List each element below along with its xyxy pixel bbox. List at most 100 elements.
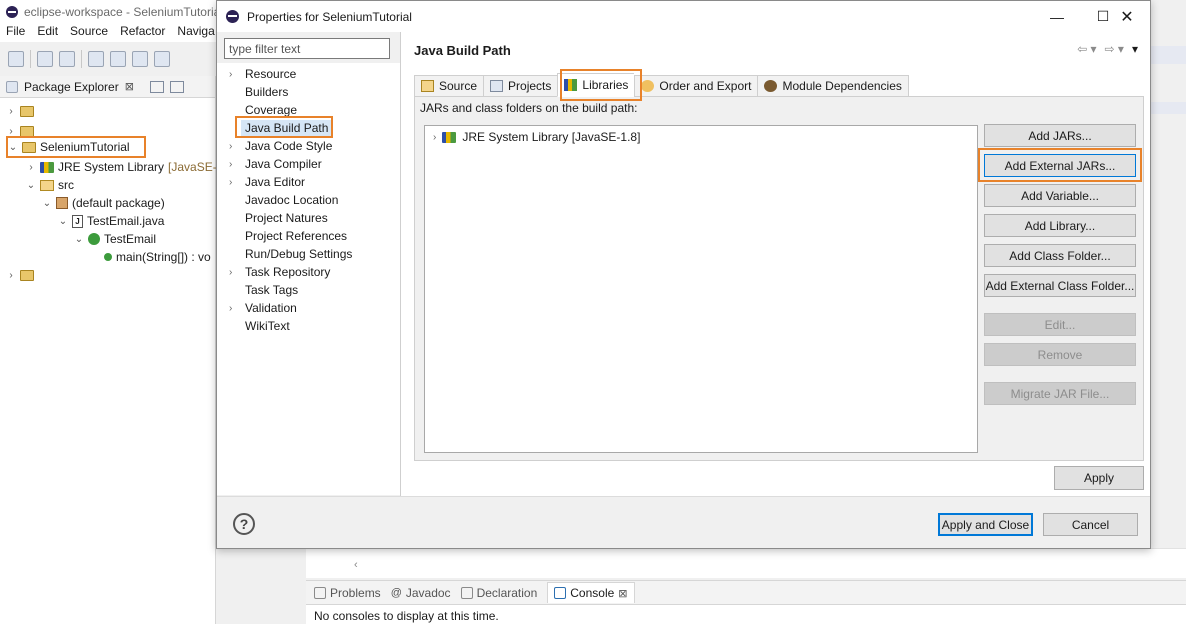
tree-row-testemail-java[interactable]: ⌄ J TestEmail.java [58, 212, 165, 230]
expand-arrow-icon[interactable]: › [6, 270, 16, 281]
nav-item-builders[interactable]: Builders [229, 83, 288, 101]
skip-breakpoints-icon[interactable] [88, 51, 104, 67]
save-icon[interactable] [37, 51, 53, 67]
edit-button[interactable]: Edit... [984, 313, 1136, 336]
add-library-button[interactable]: Add Library... [984, 214, 1136, 237]
editor-bar [1150, 46, 1186, 64]
projects-icon [490, 80, 504, 92]
java-file-icon: J [72, 214, 83, 228]
collapse-arrow-icon[interactable]: ⌄ [74, 234, 84, 245]
nav-item-project-references[interactable]: Project References [229, 227, 347, 245]
tree-row-main-method[interactable]: main(String[]) : vo [104, 248, 211, 266]
debug-icon[interactable] [110, 51, 126, 67]
library-entry-label: JRE System Library [JavaSE-1.8] [462, 130, 641, 144]
tab-label: Projects [508, 79, 552, 93]
add-variable-button[interactable]: Add Variable... [984, 184, 1136, 207]
cancel-button[interactable]: Cancel [1043, 513, 1138, 536]
package-explorer-title[interactable]: Package Explorer [24, 80, 119, 94]
nav-item-task-tags[interactable]: Task Tags [229, 281, 298, 299]
tree-label: main(String[]) : vo [116, 250, 211, 264]
scroll-left-icon[interactable]: ‹ [354, 559, 358, 571]
eclipse-logo-icon [6, 6, 18, 18]
apply-and-close-button[interactable]: Apply and Close [938, 513, 1033, 536]
external-tools-icon[interactable] [154, 51, 170, 67]
close-icon[interactable]: ⊠ [618, 587, 627, 600]
expand-arrow-icon[interactable]: › [229, 159, 245, 170]
expand-arrow-icon[interactable]: › [229, 267, 245, 278]
tab-label: Problems [330, 585, 381, 600]
close-icon[interactable]: ⊠ [125, 80, 134, 93]
expand-arrow-icon[interactable]: › [6, 106, 16, 117]
run-icon[interactable] [132, 51, 148, 67]
save-all-icon[interactable] [59, 51, 75, 67]
tree-row-default-package[interactable]: ⌄ (default package) [42, 194, 165, 212]
tree-row-jre-library[interactable]: › JRE System Library [JavaSE-1.8 [26, 158, 233, 176]
migrate-jar-button[interactable]: Migrate JAR File... [984, 382, 1136, 405]
nav-item-run-debug-settings[interactable]: Run/Debug Settings [229, 245, 352, 263]
minimize-icon[interactable]: — [1034, 1, 1080, 32]
highlight-outline-project [6, 136, 146, 158]
menu-refactor[interactable]: Refactor [120, 24, 165, 42]
add-class-folder-button[interactable]: Add Class Folder... [984, 244, 1136, 267]
nav-item-project-natures[interactable]: Project Natures [229, 209, 328, 227]
add-external-class-folder-button[interactable]: Add External Class Folder... [984, 274, 1136, 297]
tree-row-hidden-project[interactable]: › [6, 266, 34, 284]
expand-arrow-icon[interactable]: › [229, 141, 245, 152]
link-editor-icon[interactable] [169, 80, 184, 93]
tree-row-testemail-class[interactable]: ⌄ TestEmail [74, 230, 156, 248]
expand-arrow-icon[interactable]: › [229, 177, 245, 188]
eclipse-toolbar [0, 44, 230, 74]
nav-item-validation[interactable]: › Validation [229, 299, 297, 317]
tab-declaration[interactable]: Declaration [460, 586, 537, 600]
forward-icon[interactable]: ⇨ ▾ [1105, 42, 1124, 56]
collapse-all-icon[interactable] [149, 80, 164, 93]
tab-problems[interactable]: Problems [314, 586, 381, 600]
nav-item-javadoc-location[interactable]: Javadoc Location [229, 191, 338, 209]
tab-order-and-export[interactable]: Order and Export [634, 75, 758, 97]
tab-projects[interactable]: Projects [483, 75, 558, 97]
menu-navigate[interactable]: Naviga [177, 24, 214, 42]
collapse-arrow-icon[interactable]: ⌄ [58, 216, 68, 227]
menu-dropdown-icon[interactable]: ▾ [1132, 42, 1138, 56]
nav-item-java-compiler[interactable]: › Java Compiler [229, 155, 322, 173]
apply-button[interactable]: Apply [1054, 466, 1144, 490]
dialog-title: Properties for SeleniumTutorial [247, 9, 412, 24]
nav-item-label: Builders [245, 85, 289, 99]
add-jars-button[interactable]: Add JARs... [984, 124, 1136, 147]
project-icon [20, 269, 34, 281]
nav-item-wikitext[interactable]: WikiText [229, 317, 290, 335]
expand-arrow-icon[interactable]: › [229, 303, 245, 314]
menu-source[interactable]: Source [70, 24, 108, 42]
tree-row-src[interactable]: ⌄ src [26, 176, 74, 194]
tab-source[interactable]: Source [414, 75, 484, 97]
nav-item-java-editor[interactable]: › Java Editor [229, 173, 305, 191]
expand-arrow-icon[interactable]: › [229, 69, 245, 80]
nav-item-task-repository[interactable]: › Task Repository [229, 263, 330, 281]
collapse-arrow-icon[interactable]: ⌄ [42, 198, 52, 209]
menu-file[interactable]: File [6, 24, 25, 42]
close-icon[interactable]: ✕ [1104, 1, 1150, 32]
back-icon[interactable]: ⇦ ▾ [1077, 42, 1096, 56]
nav-item-label: Project Natures [245, 211, 328, 225]
remove-button[interactable]: Remove [984, 343, 1136, 366]
library-entry-jre[interactable]: › JRE System Library [JavaSE-1.8] [433, 130, 640, 144]
tree-row-hidden-project[interactable]: › [6, 102, 34, 120]
tree-label: TestEmail [104, 232, 157, 246]
expand-arrow-icon[interactable]: › [26, 162, 36, 173]
nav-item-label: Project References [245, 229, 348, 243]
page-title: Java Build Path [414, 43, 511, 58]
tab-javadoc[interactable]: @ Javadoc [391, 586, 451, 600]
new-icon[interactable] [8, 51, 24, 67]
tab-module-dependencies[interactable]: Module Dependencies [757, 75, 909, 97]
nav-item-java-code-style[interactable]: › Java Code Style [229, 137, 332, 155]
nav-item-label: Javadoc Location [245, 193, 339, 207]
expand-arrow-icon[interactable]: › [433, 132, 436, 143]
expand-arrow-icon[interactable]: › [6, 126, 16, 137]
filter-input[interactable] [224, 38, 390, 59]
menu-edit[interactable]: Edit [37, 24, 58, 42]
toolbar-separator [30, 50, 31, 68]
nav-item-resource[interactable]: › Resource [229, 65, 296, 83]
help-icon[interactable]: ? [233, 513, 255, 535]
collapse-arrow-icon[interactable]: ⌄ [26, 180, 36, 191]
tab-console[interactable]: Console ⊠ [547, 582, 635, 603]
